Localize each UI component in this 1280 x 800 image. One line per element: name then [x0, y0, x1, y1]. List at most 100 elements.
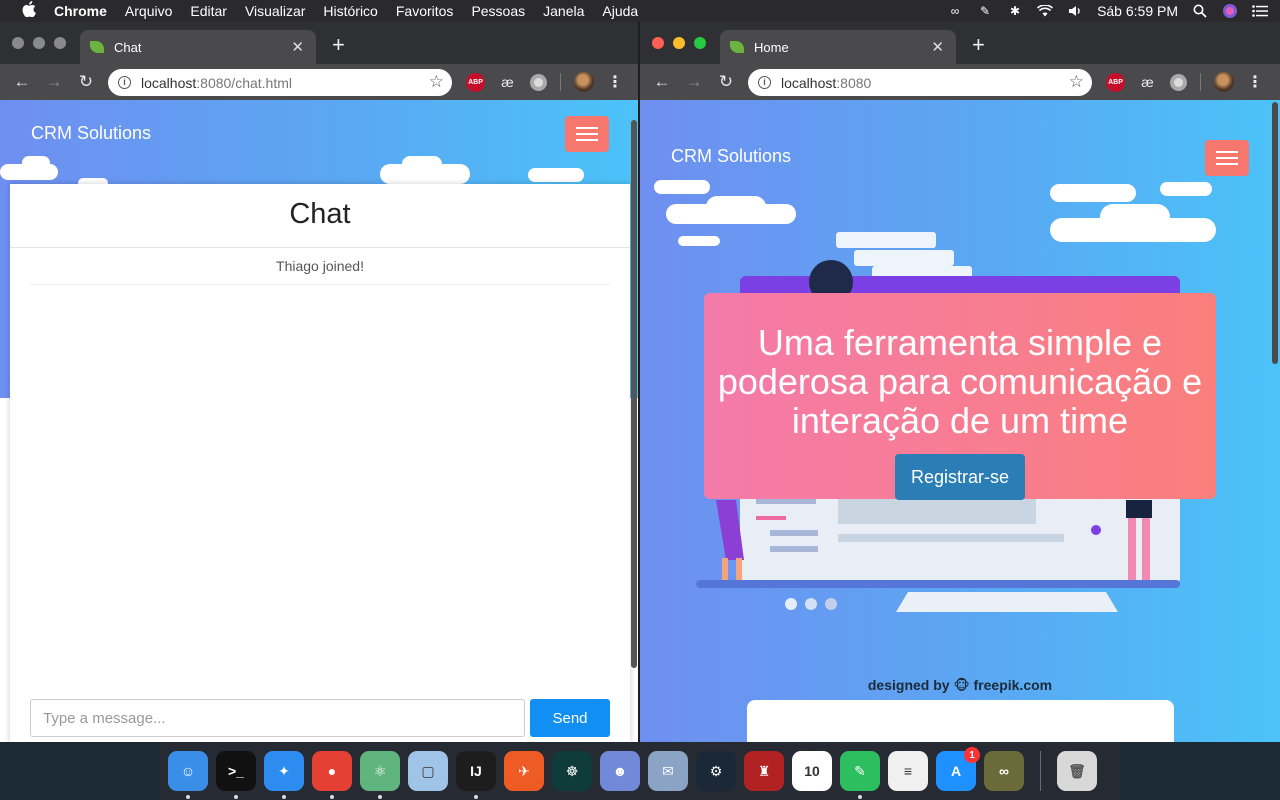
hamburger-menu-button[interactable] — [1205, 140, 1249, 176]
zoom-window-icon[interactable] — [54, 37, 66, 49]
page-scrollbar[interactable] — [630, 120, 638, 668]
ae-extension-icon[interactable]: æ — [498, 74, 517, 90]
register-button[interactable]: Registrar-se — [895, 454, 1025, 500]
running-indicator — [858, 795, 862, 799]
tab-title: Chat — [114, 39, 142, 55]
spotlight-search-icon[interactable] — [1192, 4, 1208, 18]
close-window-icon[interactable] — [12, 37, 24, 49]
minimize-window-icon[interactable] — [673, 37, 685, 49]
evernote-icon[interactable]: ✎ — [840, 751, 880, 799]
zoom-window-icon[interactable] — [694, 37, 706, 49]
menu-favoritos[interactable]: Favoritos — [396, 3, 454, 19]
menu-app-name[interactable]: Chrome — [54, 3, 107, 19]
wifi-icon[interactable] — [1037, 4, 1054, 18]
content-section — [747, 700, 1174, 742]
menu-ajuda[interactable]: Ajuda — [602, 3, 638, 19]
window-controls — [12, 37, 66, 49]
close-tab-icon[interactable]: ✕ — [931, 38, 944, 56]
address-bar[interactable]: i localhost:8080/chat.html ☆ — [108, 69, 452, 96]
browser-toolbar: ← → ↻ i localhost:8080 ☆ ABP æ ⋮ — [640, 64, 1280, 100]
back-button[interactable]: ← — [6, 72, 38, 92]
atom-icon[interactable]: ⚛ — [360, 751, 400, 799]
evernote-status-icon[interactable]: ✎ — [977, 4, 993, 18]
site-info-icon[interactable]: i — [118, 76, 131, 89]
extension-circle-icon[interactable] — [530, 73, 547, 91]
textedit-icon[interactable]: ≡ — [888, 751, 928, 791]
tab-title: Home — [754, 39, 789, 55]
menu-historico[interactable]: Histórico — [323, 3, 377, 19]
bluetooth-icon[interactable]: ✱ — [1007, 4, 1023, 18]
freepik-credit[interactable]: designed by 🐵 freepik.com — [640, 677, 1280, 694]
ae-extension-icon[interactable]: æ — [1138, 74, 1157, 90]
running-indicator — [186, 795, 190, 799]
extension-circle-icon[interactable] — [1170, 73, 1187, 91]
address-bar[interactable]: i localhost:8080 ☆ — [748, 69, 1092, 96]
minimize-window-icon[interactable] — [33, 37, 45, 49]
joystick-icon[interactable]: ♜ — [744, 751, 784, 791]
postman-icon[interactable]: ✈ — [504, 751, 544, 791]
appstore-icon[interactable]: A1 — [936, 747, 980, 791]
back-button[interactable]: ← — [646, 72, 678, 92]
volume-icon[interactable] — [1067, 4, 1083, 18]
brand-logo[interactable]: CRM Solutions — [31, 123, 151, 144]
intellij-icon[interactable]: IJ — [456, 751, 496, 799]
notification-center-icon[interactable] — [1252, 4, 1268, 18]
profile-avatar[interactable] — [574, 72, 594, 92]
menu-visualizar[interactable]: Visualizar — [245, 3, 305, 19]
adblock-plus-icon[interactable]: ABP — [1106, 72, 1125, 92]
menu-bar: Chrome Arquivo Editar Visualizar Históri… — [0, 0, 1280, 22]
running-indicator — [378, 795, 382, 799]
menu-editar[interactable]: Editar — [190, 3, 227, 19]
menu-arquivo[interactable]: Arquivo — [125, 3, 172, 19]
discord-icon[interactable]: ☻ — [600, 751, 640, 791]
new-tab-button[interactable]: + — [332, 32, 345, 58]
terminal-icon[interactable]: >_ — [216, 751, 256, 799]
page-scrollbar[interactable] — [1272, 102, 1278, 364]
close-window-icon[interactable] — [652, 37, 664, 49]
dock-separator — [1040, 751, 1041, 791]
chrome-menu-icon[interactable]: ⋮ — [1247, 72, 1263, 92]
trash-icon[interactable]: 🗑 — [1057, 751, 1097, 791]
chrome-menu-icon[interactable]: ⋮ — [607, 72, 623, 92]
menu-janela[interactable]: Janela — [543, 3, 584, 19]
new-tab-button[interactable]: + — [972, 32, 985, 58]
brand-logo[interactable]: CRM Solutions — [671, 146, 791, 167]
reload-button[interactable]: ↻ — [710, 72, 742, 92]
menu-pessoas[interactable]: Pessoas — [471, 3, 525, 19]
forward-button[interactable]: → — [38, 72, 70, 92]
profile-avatar[interactable] — [1214, 72, 1234, 92]
scrollbar-thumb[interactable] — [631, 120, 637, 668]
site-info-icon[interactable]: i — [758, 76, 771, 89]
bookmark-star-icon[interactable]: ☆ — [429, 72, 444, 92]
toolbar-divider — [560, 73, 561, 91]
close-tab-icon[interactable]: ✕ — [291, 38, 304, 56]
finder-icon[interactable]: ☺ — [168, 751, 208, 799]
message-input[interactable]: Type a message... — [30, 699, 525, 737]
calendar-icon[interactable]: 10 — [792, 751, 832, 791]
dock: ☺ >_ ✦ ● ⚛ ▢ IJ ✈ ☸ ☻ ✉ ⚙ ♜ 10 ✎ ≡ A 1 ∞ 🗑 — [160, 742, 1120, 800]
virtualbox-icon[interactable]: ▢ — [408, 751, 448, 791]
reload-button[interactable]: ↻ — [70, 72, 102, 92]
apple-menu-icon[interactable] — [20, 1, 38, 21]
glasses-icon[interactable]: ∞ — [984, 751, 1024, 791]
chat-card: Chat Thiago joined! Type a message... Se… — [10, 184, 630, 742]
tab-chat[interactable]: Chat ✕ — [80, 30, 316, 64]
forward-button[interactable]: → — [678, 72, 710, 92]
chrome-icon[interactable]: ● — [312, 751, 352, 799]
clock[interactable]: Sáb 6:59 PM — [1097, 3, 1178, 19]
cloud-decoration — [528, 168, 584, 182]
preview-icon[interactable]: ✉ — [648, 751, 688, 791]
adblock-plus-icon[interactable]: ABP — [466, 72, 485, 92]
hero-headline-card: Uma ferramenta simple e poderosa para co… — [704, 293, 1216, 500]
tab-home[interactable]: Home ✕ — [720, 30, 956, 64]
chat-message: Thiago joined! — [30, 248, 610, 285]
window-controls — [652, 37, 706, 49]
send-button[interactable]: Send — [530, 699, 610, 737]
steam-icon[interactable]: ⚙ — [696, 751, 736, 791]
bookmark-star-icon[interactable]: ☆ — [1069, 72, 1084, 92]
gitkraken-icon[interactable]: ☸ — [552, 751, 592, 791]
safari-icon[interactable]: ✦ — [264, 751, 304, 799]
hamburger-menu-button[interactable] — [565, 116, 609, 152]
siri-icon[interactable] — [1222, 4, 1238, 18]
glasses-status-icon[interactable]: ∞ — [947, 4, 963, 18]
